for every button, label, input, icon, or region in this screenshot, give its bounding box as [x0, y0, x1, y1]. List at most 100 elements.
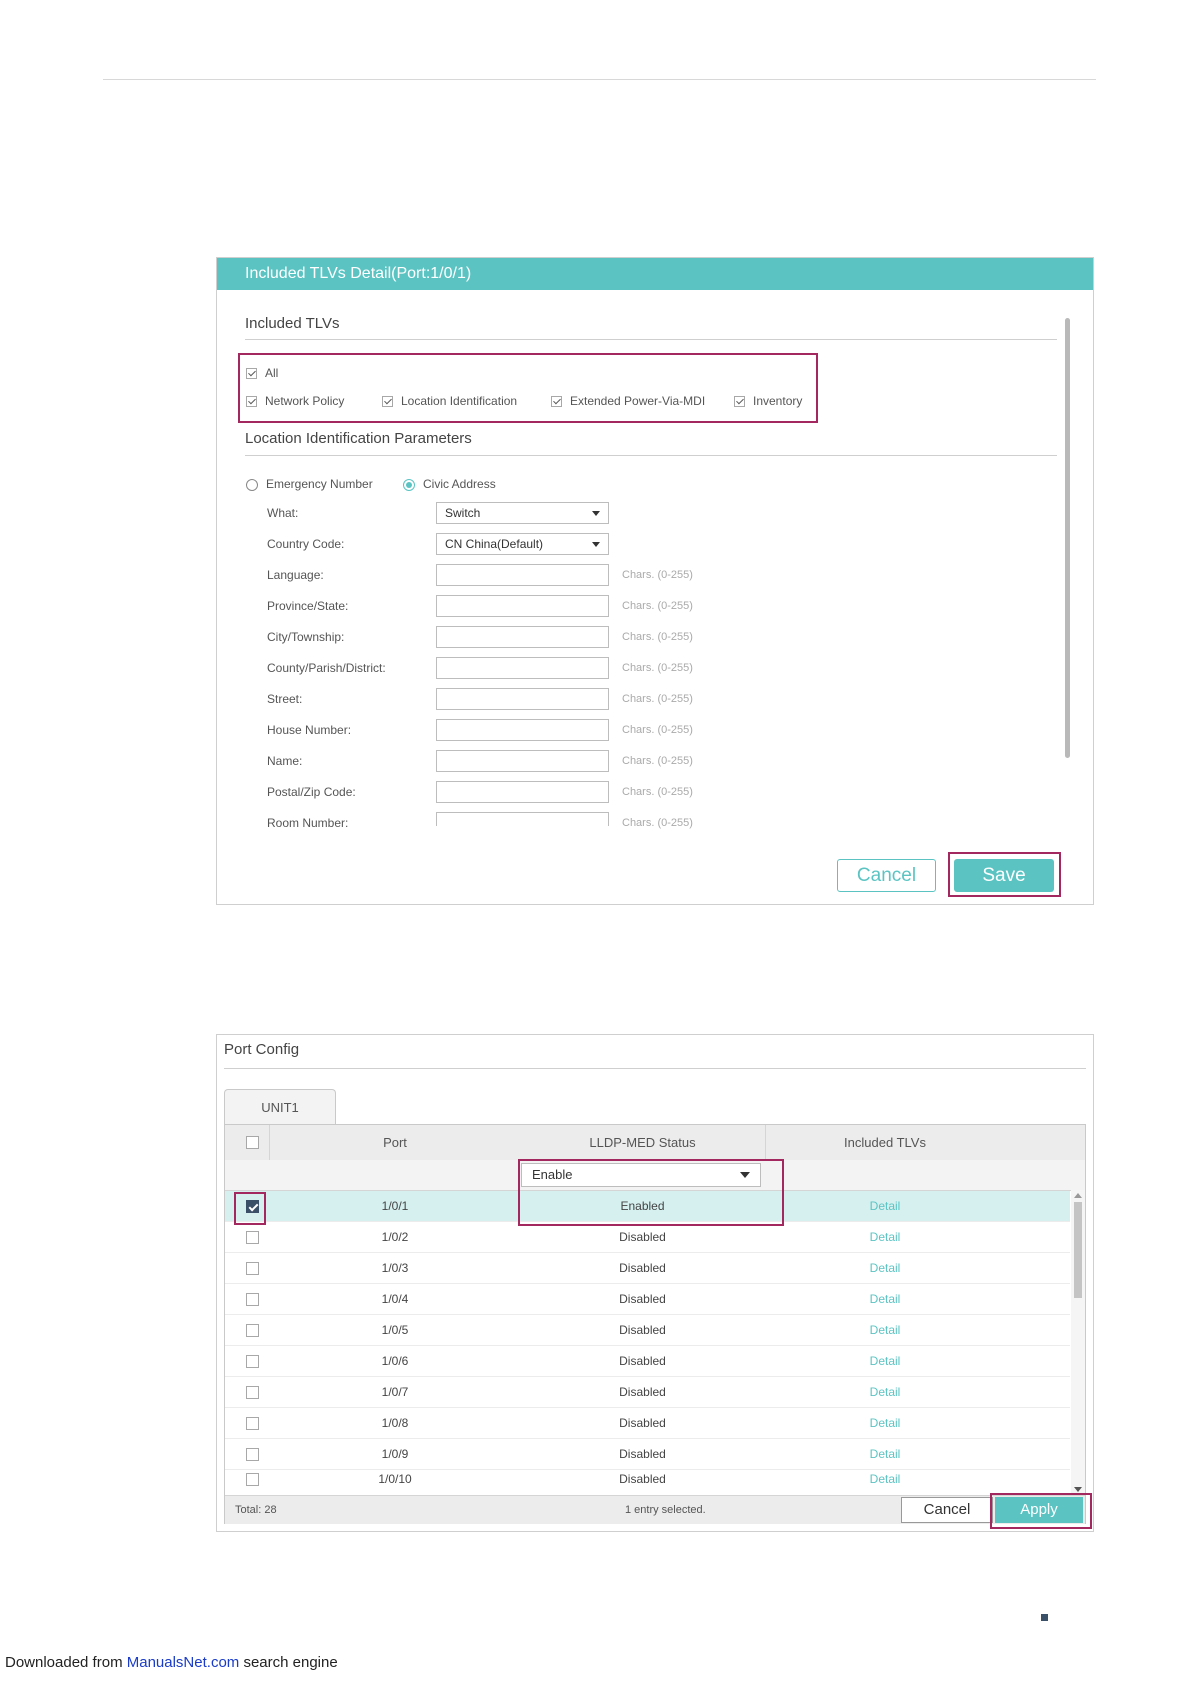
select-all-checkbox[interactable]	[246, 1136, 259, 1149]
row-checkbox[interactable]	[246, 1386, 259, 1399]
dialog-cancel-button[interactable]: Cancel	[837, 859, 936, 892]
country-code-label: Country Code:	[267, 537, 345, 551]
tlv-extended-power-checkbox[interactable]: Extended Power-Via-MDI	[551, 394, 705, 408]
chars-hint: Chars. (0-255)	[622, 724, 693, 736]
dialog-save-button[interactable]: Save	[954, 859, 1054, 892]
table-row[interactable]: 1/0/5 Disabled Detail	[225, 1315, 1070, 1346]
scroll-thumb[interactable]	[1074, 1202, 1082, 1298]
what-label: What:	[267, 506, 299, 520]
name-input[interactable]	[436, 750, 609, 772]
table-row[interactable]: 1/0/6 Disabled Detail	[225, 1346, 1070, 1377]
province-state-input[interactable]	[436, 595, 609, 617]
room-number-input[interactable]	[436, 812, 609, 826]
language-label: Language:	[267, 568, 324, 582]
tlv-inventory-checkbox[interactable]: Inventory	[734, 394, 802, 408]
table-row[interactable]: 1/0/10 Disabled Detail	[225, 1464, 1070, 1495]
port-cell: 1/0/2	[381, 1230, 409, 1244]
table-footer: Total: 28 1 entry selected. Cancel Apply	[225, 1495, 1085, 1524]
country-code-select[interactable]: CN China(Default)	[436, 533, 609, 555]
scroll-down-icon[interactable]	[1074, 1487, 1082, 1492]
what-select[interactable]: Switch	[436, 502, 609, 524]
table-scrollbar[interactable]	[1071, 1190, 1085, 1495]
tlv-network-policy-checkbox[interactable]: Network Policy	[246, 394, 344, 408]
chars-hint: Chars. (0-255)	[622, 569, 693, 581]
check-icon	[246, 368, 257, 380]
port-cell: 1/0/3	[381, 1261, 409, 1275]
total-count: Total: 28	[235, 1504, 277, 1516]
check-icon	[734, 396, 745, 408]
port-cell: 1/0/4	[381, 1292, 409, 1306]
tlv-location-identification-checkbox[interactable]: Location Identification	[382, 394, 517, 408]
included-tlvs-section-title: Included TLVs	[245, 315, 340, 332]
table-row[interactable]: 1/0/7 Disabled Detail	[225, 1377, 1070, 1408]
section-divider	[245, 455, 1057, 456]
tab-unit1[interactable]: UNIT1	[224, 1089, 336, 1125]
scroll-up-icon[interactable]	[1074, 1193, 1082, 1198]
footer-suffix: search engine	[239, 1654, 338, 1671]
dropdown-arrow-icon	[592, 511, 600, 516]
row-checkbox[interactable]	[246, 1262, 259, 1275]
table-row[interactable]: 1/0/8 Disabled Detail	[225, 1408, 1070, 1439]
tlv-label: Network Policy	[265, 394, 345, 408]
row-checkbox[interactable]	[246, 1417, 259, 1430]
footer-site-link[interactable]: ManualsNet.com	[127, 1654, 240, 1671]
status-cell: Disabled	[619, 1385, 666, 1399]
radio-on-icon	[403, 478, 415, 491]
tlv-highlight-box	[238, 353, 818, 423]
chars-hint: Chars. (0-255)	[622, 662, 693, 674]
chars-hint: Chars. (0-255)	[622, 600, 693, 612]
table-row[interactable]: 1/0/3 Disabled Detail	[225, 1253, 1070, 1284]
port-cell: 1/0/5	[381, 1323, 409, 1337]
tlv-all-label: All	[265, 366, 279, 380]
detail-link[interactable]: Detail	[765, 1253, 1005, 1283]
table-row[interactable]: 1/0/4 Disabled Detail	[225, 1284, 1070, 1315]
table-row[interactable]: 1/0/2 Disabled Detail	[225, 1222, 1070, 1253]
status-cell: Disabled	[619, 1292, 666, 1306]
radio-label: Civic Address	[423, 477, 496, 491]
chars-hint: Chars. (0-255)	[622, 817, 693, 829]
status-cell: Disabled	[619, 1354, 666, 1368]
status-cell: Disabled	[619, 1261, 666, 1275]
row-checkbox[interactable]	[246, 1448, 259, 1461]
postal-zip-code-input[interactable]	[436, 781, 609, 803]
table-cancel-button[interactable]: Cancel	[901, 1497, 993, 1523]
apply-highlight-box	[990, 1493, 1092, 1529]
radio-off-icon	[246, 478, 258, 491]
detail-link[interactable]: Detail	[765, 1464, 1005, 1494]
checkbox-highlight-box	[234, 1192, 266, 1225]
header-divider	[103, 79, 1096, 80]
detail-link[interactable]: Detail	[765, 1408, 1005, 1438]
section-divider	[245, 339, 1057, 340]
included-tlvs-dialog: Included TLVs Detail(Port:1/0/1) Include…	[216, 257, 1094, 905]
detail-link[interactable]: Detail	[765, 1346, 1005, 1376]
detail-link[interactable]: Detail	[765, 1315, 1005, 1345]
detail-link[interactable]: Detail	[765, 1222, 1005, 1252]
county-parish-district-input[interactable]	[436, 657, 609, 679]
dropdown-arrow-icon	[592, 542, 600, 547]
city-township-input[interactable]	[436, 626, 609, 648]
row-checkbox[interactable]	[246, 1293, 259, 1306]
row-checkbox[interactable]	[246, 1231, 259, 1244]
detail-link[interactable]: Detail	[765, 1284, 1005, 1314]
status-column-header: LLDP-MED Status	[589, 1135, 696, 1150]
row-checkbox[interactable]	[246, 1324, 259, 1337]
status-cell: Disabled	[619, 1230, 666, 1244]
dialog-title: Included TLVs Detail(Port:1/0/1)	[217, 258, 1093, 290]
port-config-panel: Port Config UNIT1 Port LLDP-MED Status I…	[216, 1034, 1094, 1532]
detail-link[interactable]: Detail	[765, 1191, 1005, 1221]
row-checkbox[interactable]	[246, 1473, 259, 1486]
port-cell: 1/0/10	[378, 1472, 412, 1486]
emergency-number-radio[interactable]: Emergency Number	[246, 477, 373, 491]
row-checkbox[interactable]	[246, 1355, 259, 1368]
postal-zip-code-label: Postal/Zip Code:	[267, 785, 356, 799]
dialog-scrollbar[interactable]	[1065, 318, 1070, 758]
city-township-label: City/Township:	[267, 630, 345, 644]
name-label: Name:	[267, 754, 303, 768]
detail-link[interactable]: Detail	[765, 1377, 1005, 1407]
port-cell: 1/0/1	[381, 1199, 409, 1213]
tlv-all-checkbox[interactable]: All	[246, 366, 278, 380]
house-number-input[interactable]	[436, 719, 609, 741]
street-input[interactable]	[436, 688, 609, 710]
language-input[interactable]	[436, 564, 609, 586]
civic-address-radio[interactable]: Civic Address	[403, 477, 496, 491]
